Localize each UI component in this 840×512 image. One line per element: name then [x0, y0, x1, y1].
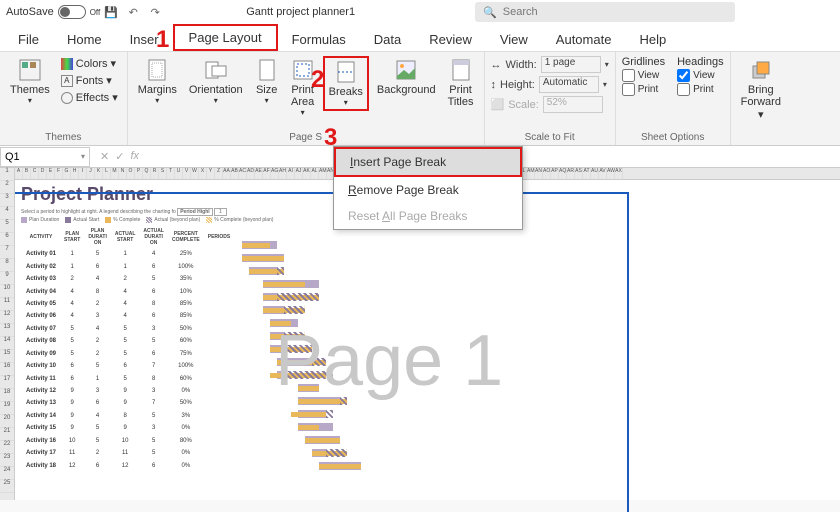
- themes-icon: [18, 58, 42, 82]
- orientation-button[interactable]: Orientation▾: [185, 56, 247, 107]
- remove-page-break[interactable]: Remove Page Break: [334, 177, 522, 203]
- background-button[interactable]: Background: [373, 56, 440, 98]
- size-icon: [255, 58, 279, 82]
- bring-forward-button[interactable]: Bring Forward ▾: [737, 56, 785, 123]
- chevron-down-icon: ▾: [344, 98, 348, 107]
- group-sheet-options: Gridlines View Print Headings View Print…: [616, 52, 731, 145]
- search-placeholder: Search: [503, 6, 538, 18]
- ribbon: Themes ▾ Colors ▾ AFonts ▾ Effects ▾ The…: [0, 52, 840, 146]
- gridlines-view-check[interactable]: [622, 69, 635, 82]
- gantt-chart: [235, 225, 840, 473]
- margins-icon: [145, 58, 169, 82]
- gridlines-label: Gridlines: [622, 56, 665, 68]
- search-icon: 🔍: [483, 6, 497, 19]
- tab-review[interactable]: Review: [415, 28, 486, 51]
- tab-page-layout[interactable]: Page Layout: [173, 24, 278, 51]
- group-arrange: Bring Forward ▾: [731, 52, 791, 145]
- insert-page-break[interactable]: Insert Page Break: [334, 147, 522, 177]
- background-icon: [394, 58, 418, 82]
- gridlines-print-check[interactable]: [622, 83, 635, 96]
- effects-icon: [61, 92, 73, 104]
- width-select[interactable]: 1 page: [541, 56, 601, 73]
- width-icon: ↔: [491, 59, 502, 71]
- height-icon: ↕: [491, 79, 497, 91]
- headings-label: Headings: [677, 56, 723, 68]
- autosave-toggle[interactable]: AutoSave Off: [6, 5, 100, 19]
- size-button[interactable]: Size▾: [251, 56, 283, 107]
- title-bar: AutoSave Off 💾 ↶ ↷ Gantt project planner…: [0, 0, 840, 24]
- filename: Gantt project planner1: [246, 6, 355, 18]
- tab-help[interactable]: Help: [625, 28, 680, 51]
- group-scale-to-fit: ↔Width:1 page▾ ↕Height:Automatic▾ ⬜Scale…: [485, 52, 616, 145]
- reset-page-breaks: Reset All Page Breaks: [334, 203, 522, 229]
- themes-group-label: Themes: [6, 130, 121, 143]
- ribbon-tabs: File Home Inser Page Layout Formulas Dat…: [0, 24, 840, 52]
- bring-forward-icon: [749, 58, 773, 82]
- scale-icon: ⬜: [491, 98, 505, 111]
- enter-icon[interactable]: ✓: [115, 150, 124, 163]
- cancel-icon[interactable]: ✕: [100, 150, 109, 163]
- pagesetup-group-label: Page S: [134, 130, 478, 143]
- search-box[interactable]: 🔍 Search: [475, 2, 735, 22]
- breaks-button[interactable]: Breaks▾: [323, 56, 369, 111]
- tab-formulas[interactable]: Formulas: [278, 28, 360, 51]
- print-titles-icon: [449, 58, 473, 82]
- themes-button[interactable]: Themes ▾: [6, 56, 54, 107]
- tab-home[interactable]: Home: [53, 28, 116, 51]
- name-box[interactable]: Q1▾: [0, 147, 90, 167]
- row-headers: 1234567891011121314151617181920212223242…: [0, 168, 15, 500]
- headings-print-check[interactable]: [677, 83, 690, 96]
- colors-icon: [61, 58, 73, 70]
- tab-data[interactable]: Data: [360, 28, 415, 51]
- fx-icon[interactable]: fx: [130, 150, 139, 163]
- page-break-top: [15, 192, 629, 194]
- tab-automate[interactable]: Automate: [542, 28, 626, 51]
- colors-button[interactable]: Colors ▾: [58, 56, 121, 71]
- headings-view-check[interactable]: [677, 69, 690, 82]
- group-page-setup: Margins▾ Orientation▾ Size▾ Print Area▾ …: [128, 52, 485, 145]
- orientation-icon: [204, 58, 228, 82]
- save-icon[interactable]: 💾: [103, 4, 119, 20]
- fonts-icon: A: [61, 75, 73, 87]
- group-themes: Themes ▾ Colors ▾ AFonts ▾ Effects ▾ The…: [0, 52, 128, 145]
- autosave-state: Off: [90, 8, 101, 17]
- redo-icon[interactable]: ↷: [147, 4, 163, 20]
- fonts-button[interactable]: AFonts ▾: [58, 73, 121, 88]
- tab-view[interactable]: View: [486, 28, 542, 51]
- scale-input: 52%: [543, 96, 603, 113]
- margins-button[interactable]: Margins▾: [134, 56, 181, 107]
- sheetoptions-group-label: Sheet Options: [622, 130, 724, 143]
- data-table: ACTIVITYPLAN STARTPLAN DURATI ONACTUAL S…: [21, 225, 235, 473]
- breaks-dropdown: Insert Page Break Remove Page Break Rese…: [333, 146, 523, 230]
- autosave-label: AutoSave: [6, 6, 54, 18]
- tab-file[interactable]: File: [4, 28, 53, 51]
- toggle-switch[interactable]: [58, 5, 86, 19]
- print-titles-button[interactable]: Print Titles: [444, 56, 478, 110]
- scale-group-label: Scale to Fit: [491, 130, 609, 143]
- themes-label: Themes: [10, 84, 50, 96]
- height-select[interactable]: Automatic: [539, 76, 599, 93]
- breaks-icon: [334, 60, 358, 84]
- print-area-icon: [291, 58, 315, 82]
- undo-icon[interactable]: ↶: [125, 4, 141, 20]
- chevron-down-icon: ▾: [28, 96, 32, 105]
- effects-button[interactable]: Effects ▾: [58, 90, 121, 105]
- print-area-button[interactable]: Print Area▾: [287, 56, 319, 119]
- tab-insert[interactable]: Inser: [116, 28, 173, 51]
